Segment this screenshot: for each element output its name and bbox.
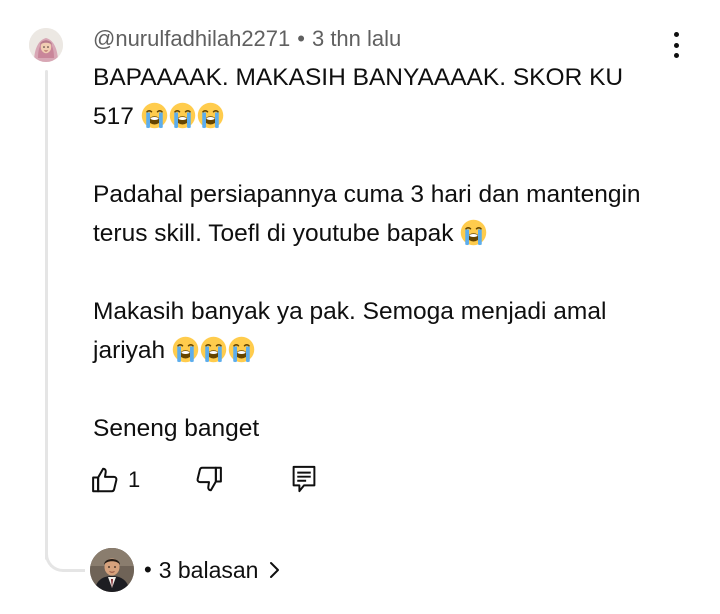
emoji-group — [460, 219, 488, 247]
comment-line: jariyah — [93, 331, 693, 370]
loudly-crying-face-icon — [197, 102, 223, 129]
comment-line-text: BAPAAAAK. MAKASIH BANYAAAAK. SKOR KU — [93, 64, 624, 91]
view-replies-button[interactable]: • 3 balasan — [90, 548, 282, 592]
comment-actions: 1 — [90, 462, 316, 498]
header-separator: • — [297, 26, 305, 51]
loudly-crying-face-icon — [200, 336, 227, 363]
comment-text: BAPAAAAK. MAKASIH BANYAAAAK. SKOR KU 517… — [93, 58, 693, 448]
thread-connector — [45, 540, 85, 572]
comment-line-text: Padahal persiapannya cuma 3 hari dan man… — [93, 181, 641, 208]
reply-comment-icon — [292, 465, 316, 493]
comment-header: @nurulfadhilah2271 • 3 thn lalu — [93, 26, 401, 52]
like-count: 1 — [128, 467, 141, 492]
thumbs-up-icon — [92, 467, 118, 493]
comment-line-text: Seneng banget — [93, 415, 260, 442]
like-button[interactable]: 1 — [90, 465, 140, 495]
more-vert-icon — [673, 32, 679, 37]
comment-line: Makasih banyak ya pak. Semoga menjadi am… — [93, 292, 693, 331]
more-options-button[interactable] — [664, 32, 688, 58]
loudly-crying-face-icon — [169, 102, 195, 129]
comment-timestamp[interactable]: 3 thn lalu — [312, 26, 401, 52]
comment-line-text: terus skill. Toefl di youtube bapak — [93, 220, 461, 247]
replies-count-label: 3 balasan — [158, 556, 259, 583]
comment-line-text: 517 — [93, 103, 141, 130]
reply-button[interactable] — [290, 464, 318, 494]
loudly-crying-face-icon — [172, 336, 199, 363]
emoji-group — [141, 102, 225, 130]
comment-line: 517 — [93, 97, 693, 136]
comment-line: Padahal persiapannya cuma 3 hari dan man… — [93, 175, 693, 214]
author-avatar[interactable] — [29, 28, 63, 62]
emoji-group — [172, 336, 256, 364]
comment-line: Seneng banget — [93, 409, 693, 448]
loudly-crying-face-icon — [461, 219, 487, 246]
comment-item: @nurulfadhilah2271 • 3 thn lalu BAPAAAAK… — [0, 0, 720, 614]
more-vert-icon-dot — [673, 42, 679, 48]
replies-separator: • — [144, 557, 152, 582]
replies-summary: • 3 balasan — [144, 557, 282, 584]
author-handle[interactable]: @nurulfadhilah2271 — [93, 26, 290, 52]
thread-line — [45, 70, 48, 560]
comment-line-text: Makasih banyak ya pak. Semoga menjadi am… — [93, 298, 607, 325]
thumbs-down-icon — [196, 466, 222, 492]
comment-line-text: jariyah — [93, 337, 172, 364]
chevron-right-icon — [270, 562, 280, 578]
comment-line: terus skill. Toefl di youtube bapak — [93, 214, 693, 253]
loudly-crying-face-icon — [228, 336, 255, 363]
reply-author-avatar — [90, 548, 134, 592]
comment-line: BAPAAAAK. MAKASIH BANYAAAAK. SKOR KU — [93, 58, 693, 97]
dislike-button[interactable] — [194, 464, 224, 494]
loudly-crying-face-icon — [141, 102, 167, 129]
